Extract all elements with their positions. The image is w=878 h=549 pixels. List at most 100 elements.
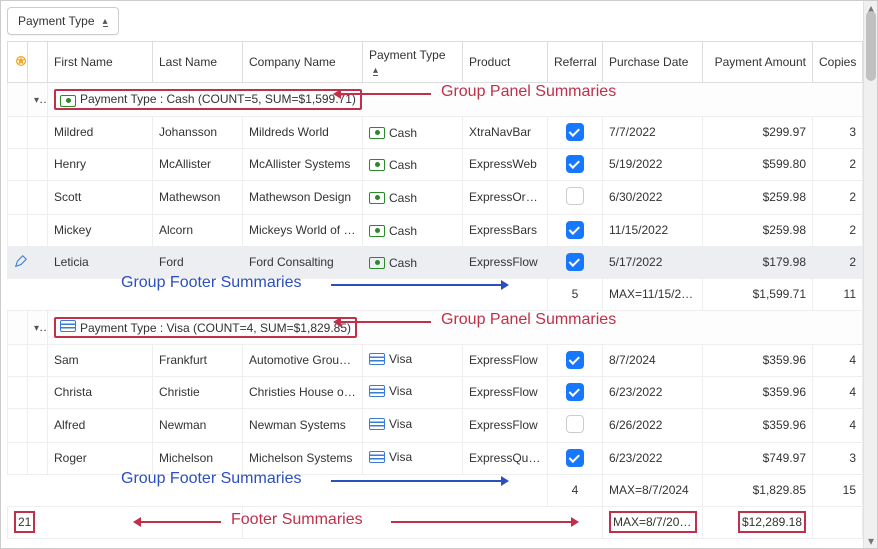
cell-product[interactable]: XtraNavBar (463, 116, 548, 148)
cell-referral[interactable] (548, 148, 603, 180)
cell-date[interactable]: 5/19/2022 (603, 148, 703, 180)
col-company[interactable]: Company Name (243, 42, 363, 83)
scroll-down-icon[interactable]: ▾ (864, 534, 878, 548)
col-last-name[interactable]: Last Name (153, 42, 243, 83)
scroll-thumb[interactable] (866, 11, 876, 81)
cell-company[interactable]: Automotive Group of (243, 344, 363, 376)
checkbox-icon[interactable] (566, 351, 584, 369)
cell-copies[interactable]: 3 (813, 442, 863, 474)
table-row[interactable]: Roger Michelson Michelson Systems Visa E… (8, 442, 863, 474)
table-row[interactable]: Mildred Johansson Mildreds World Cash Xt… (8, 116, 863, 148)
cell-copies[interactable]: 3 (813, 116, 863, 148)
cell-amount[interactable]: $359.96 (703, 376, 813, 408)
col-product[interactable]: Product (463, 42, 548, 83)
col-first-name[interactable]: First Name (48, 42, 153, 83)
cell-copies[interactable]: 4 (813, 376, 863, 408)
cell-date[interactable]: 5/17/2022 (603, 246, 703, 278)
cell-copies[interactable]: 2 (813, 246, 863, 278)
checkbox-icon[interactable] (566, 123, 584, 141)
cell-last-name[interactable]: Ford (153, 246, 243, 278)
col-payment-amount[interactable]: Payment Amount (703, 42, 813, 83)
group-chip-payment-type[interactable]: Payment Type (7, 7, 119, 35)
cell-company[interactable]: Mathewson Design (243, 180, 363, 214)
cell-payment-type[interactable]: Cash (363, 214, 463, 246)
cell-company[interactable]: Mildreds World (243, 116, 363, 148)
col-copies[interactable]: Copies (813, 42, 863, 83)
cell-copies[interactable]: 2 (813, 180, 863, 214)
table-row[interactable]: Alfred Newman Newman Systems Visa Expres… (8, 408, 863, 442)
cell-first-name[interactable]: Scott (48, 180, 153, 214)
cell-last-name[interactable]: Mathewson (153, 180, 243, 214)
cell-company[interactable]: Christies House of De (243, 376, 363, 408)
cell-product[interactable]: ExpressFlow (463, 408, 548, 442)
table-row[interactable]: Sam Frankfurt Automotive Group of Visa E… (8, 344, 863, 376)
table-row[interactable]: Leticia Ford Ford Consalting Cash Expres… (8, 246, 863, 278)
checkbox-icon[interactable] (566, 449, 584, 467)
cell-first-name[interactable]: Roger (48, 442, 153, 474)
cell-payment-type[interactable]: Visa (363, 376, 463, 408)
cell-payment-type[interactable]: Visa (363, 408, 463, 442)
cell-company[interactable]: Ford Consalting (243, 246, 363, 278)
cell-company[interactable]: Mickeys World of Fun (243, 214, 363, 246)
cell-date[interactable]: 6/26/2022 (603, 408, 703, 442)
cell-copies[interactable]: 4 (813, 408, 863, 442)
cell-date[interactable]: 11/15/2022 (603, 214, 703, 246)
cell-first-name[interactable]: Sam (48, 344, 153, 376)
checkbox-icon[interactable] (566, 221, 584, 239)
checkbox-icon[interactable] (566, 187, 584, 205)
cell-referral[interactable] (548, 376, 603, 408)
expand-toggle[interactable]: ▾ (28, 310, 48, 344)
cell-referral[interactable] (548, 344, 603, 376)
checkbox-icon[interactable] (566, 383, 584, 401)
group-header-row[interactable]: ▾ Payment Type : Cash (COUNT=5, SUM=$1,5… (8, 83, 863, 117)
cell-last-name[interactable]: Frankfurt (153, 344, 243, 376)
col-payment-type[interactable]: Payment Type (363, 42, 463, 83)
cell-first-name[interactable]: Leticia (48, 246, 153, 278)
cell-first-name[interactable]: Mickey (48, 214, 153, 246)
cell-date[interactable]: 6/30/2022 (603, 180, 703, 214)
checkbox-icon[interactable] (566, 415, 584, 433)
checkbox-icon[interactable] (566, 155, 584, 173)
cell-amount[interactable]: $299.97 (703, 116, 813, 148)
cell-company[interactable]: McAllister Systems (243, 148, 363, 180)
cell-last-name[interactable]: Newman (153, 408, 243, 442)
cell-copies[interactable]: 2 (813, 148, 863, 180)
cell-last-name[interactable]: Alcorn (153, 214, 243, 246)
cell-last-name[interactable]: Michelson (153, 442, 243, 474)
cell-company[interactable]: Newman Systems (243, 408, 363, 442)
checkbox-icon[interactable] (566, 253, 584, 271)
cell-first-name[interactable]: Alfred (48, 408, 153, 442)
cell-first-name[interactable]: Mildred (48, 116, 153, 148)
expand-toggle[interactable]: ▾ (28, 83, 48, 117)
cell-product[interactable]: ExpressBars (463, 214, 548, 246)
group-header-row[interactable]: ▾ Payment Type : Visa (COUNT=4, SUM=$1,8… (8, 310, 863, 344)
cell-payment-type[interactable]: Cash (363, 148, 463, 180)
cell-referral[interactable] (548, 180, 603, 214)
col-purchase-date[interactable]: Purchase Date (603, 42, 703, 83)
cell-copies[interactable]: 2 (813, 214, 863, 246)
cell-referral[interactable] (548, 442, 603, 474)
cell-payment-type[interactable]: Visa (363, 442, 463, 474)
cell-payment-type[interactable]: Cash (363, 246, 463, 278)
cell-product[interactable]: ExpressWeb (463, 148, 548, 180)
cell-last-name[interactable]: McAllister (153, 148, 243, 180)
cell-product[interactable]: ExpressFlow (463, 344, 548, 376)
cell-company[interactable]: Michelson Systems (243, 442, 363, 474)
cell-payment-type[interactable]: Cash (363, 116, 463, 148)
cell-amount[interactable]: $179.98 (703, 246, 813, 278)
cell-product[interactable]: ExpressFlow (463, 376, 548, 408)
table-row[interactable]: Henry McAllister McAllister Systems Cash… (8, 148, 863, 180)
cell-first-name[interactable]: Henry (48, 148, 153, 180)
cell-date[interactable]: 7/7/2022 (603, 116, 703, 148)
cell-referral[interactable] (548, 116, 603, 148)
cell-amount[interactable]: $599.80 (703, 148, 813, 180)
cell-referral[interactable] (548, 214, 603, 246)
table-row[interactable]: Christa Christie Christies House of De V… (8, 376, 863, 408)
cell-copies[interactable]: 4 (813, 344, 863, 376)
cell-date[interactable]: 6/23/2022 (603, 376, 703, 408)
cell-first-name[interactable]: Christa (48, 376, 153, 408)
cell-product[interactable]: ExpressFlow (463, 246, 548, 278)
cell-date[interactable]: 6/23/2022 (603, 442, 703, 474)
cell-last-name[interactable]: Christie (153, 376, 243, 408)
cell-payment-type[interactable]: Cash (363, 180, 463, 214)
